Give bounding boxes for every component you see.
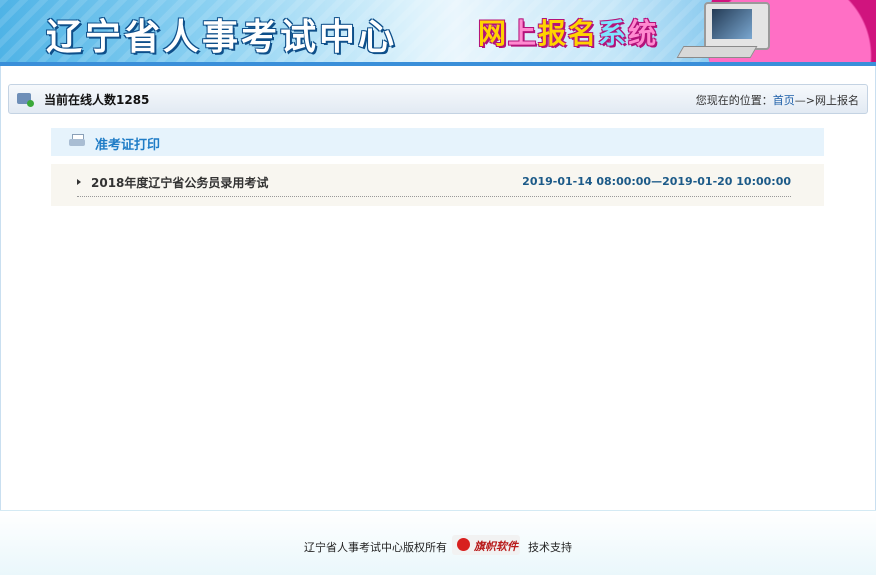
keyboard-icon (676, 46, 758, 58)
vendor-logo-mark-icon (457, 538, 470, 551)
tech-support-text: 技术支持 (528, 541, 572, 554)
breadcrumb-current: 网上报名 (815, 94, 859, 107)
online-users-icon (17, 93, 34, 107)
vendor-logo[interactable]: 旗帜软件 (452, 535, 520, 555)
exam-period: 2019-01-14 08:00:00—2019-01-20 10:00:00 (522, 175, 791, 188)
breadcrumb-prefix: 您现在的位置： (695, 94, 773, 107)
system-title: 网上报名系统 (478, 12, 658, 52)
system-title-char: 统 (628, 17, 659, 50)
vendor-logo-text: 旗帜软件 (474, 540, 518, 553)
system-title-char: 系 (598, 17, 629, 50)
bullet-arrow-icon (77, 179, 81, 185)
system-title-char: 名 (568, 17, 599, 50)
system-title-char: 报 (538, 17, 569, 50)
computer-monitor-icon (704, 2, 770, 50)
section-title: 准考证打印 (95, 138, 161, 153)
printer-icon (69, 134, 85, 148)
section-header: 准考证打印 (51, 128, 824, 156)
exam-list-item[interactable]: 2018年度辽宁省公务员录用考试 2019-01-14 08:00:00—201… (77, 170, 791, 197)
system-title-char: 网 (478, 17, 509, 50)
site-title: 辽宁省人事考试中心 (46, 17, 398, 58)
breadcrumb-home-link[interactable]: 首页 (773, 94, 795, 107)
footer: 辽宁省人事考试中心版权所有 旗帜软件 技术支持 (0, 510, 876, 575)
exam-list: 2018年度辽宁省公务员录用考试 2019-01-14 08:00:00—201… (51, 164, 824, 206)
system-title-char: 上 (508, 17, 539, 50)
breadcrumb: 您现在的位置：首页—>网上报名 (696, 92, 859, 108)
status-bar: 当前在线人数1285 您现在的位置：首页—>网上报名 (8, 84, 868, 114)
breadcrumb-separator: —> (794, 94, 815, 107)
exam-name-link[interactable]: 2018年度辽宁省公务员录用考试 (91, 174, 268, 191)
online-count: 当前在线人数1285 (44, 93, 150, 107)
header-banner: 辽宁省人事考试中心 网上报名系统 (0, 0, 876, 62)
copyright-text: 辽宁省人事考试中心版权所有 (304, 541, 447, 554)
